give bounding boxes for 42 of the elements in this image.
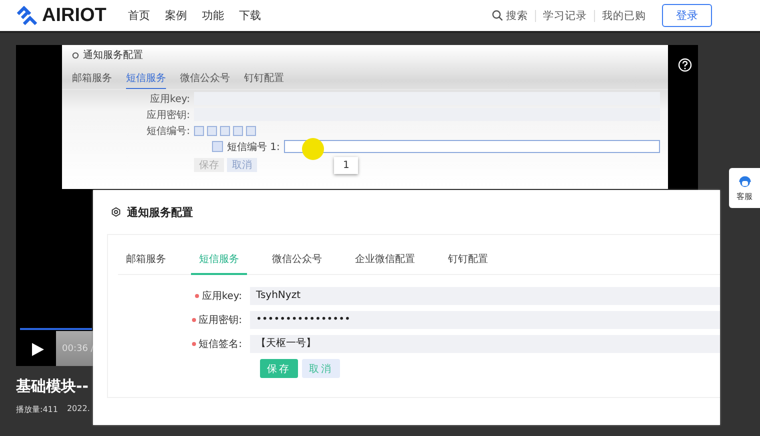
- date-label: 2022.: [66, 404, 90, 415]
- nav-link[interactable]: 首页: [120, 8, 158, 23]
- field-label: 应用密钥:: [146, 108, 191, 122]
- login-button[interactable]: 登录: [662, 4, 712, 27]
- field-label: 短信签名:: [198, 338, 242, 351]
- field-label: 短信编号 1:: [227, 140, 280, 154]
- toolbar-icons[interactable]: [194, 126, 256, 136]
- field-label: 应用key:: [148, 92, 191, 106]
- page-title: 通知服务配置: [83, 48, 143, 62]
- play-count: 播放量:411: [16, 404, 58, 415]
- nav-link[interactable]: 功能: [194, 8, 232, 23]
- field-label: 短信编号:: [146, 124, 191, 138]
- input-field[interactable]: TsyhNyzt: [250, 287, 720, 305]
- header-link[interactable]: 我的已购: [602, 8, 646, 22]
- tab[interactable]: 钉钉配置: [244, 71, 284, 89]
- search-link[interactable]: 搜索: [506, 8, 528, 22]
- delete-icon[interactable]: [212, 141, 223, 152]
- tab[interactable]: 钉钉配置: [440, 243, 496, 275]
- tab[interactable]: 邮箱服务: [72, 71, 112, 89]
- video-title: 基础模块--: [16, 377, 88, 396]
- input-field[interactable]: ••••••••••••••••: [250, 311, 720, 329]
- search-icon[interactable]: [492, 10, 503, 21]
- cursor-highlight: [302, 138, 324, 160]
- input-field[interactable]: 【天枢一号】: [250, 335, 720, 353]
- logo-text[interactable]: AIRIOT: [42, 4, 106, 26]
- field-label: 应用key:: [202, 290, 242, 303]
- window-title: 通知服务配置: [127, 204, 193, 220]
- tab[interactable]: 微信公众号: [180, 71, 230, 89]
- logo-icon: [16, 6, 38, 26]
- nav-link[interactable]: 案例: [157, 8, 194, 23]
- tab[interactable]: 企业微信配置: [347, 243, 423, 275]
- header-link[interactable]: 学习记录: [543, 8, 587, 22]
- play-icon[interactable]: [32, 343, 44, 356]
- tab[interactable]: 邮箱服务: [118, 243, 174, 275]
- tab[interactable]: 微信公众号: [264, 243, 330, 275]
- help-icon[interactable]: [678, 58, 692, 72]
- headset-icon[interactable]: [738, 174, 752, 188]
- dropdown-option[interactable]: 1: [334, 157, 358, 174]
- input-field[interactable]: [284, 140, 660, 153]
- nav-link[interactable]: 下载: [231, 8, 268, 23]
- field-label: 应用密钥:: [198, 314, 242, 327]
- service-label[interactable]: 客服: [736, 190, 752, 202]
